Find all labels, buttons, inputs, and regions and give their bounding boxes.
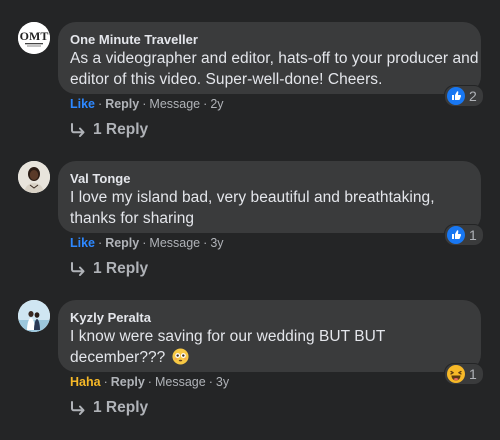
haha-icon	[447, 365, 465, 383]
comment-bubble: Val Tonge I love my island bad, very bea…	[58, 161, 481, 233]
comment-actions: Like · Reply · Message · 2y	[70, 97, 224, 111]
comment-bubble: One Minute Traveller As a videographer a…	[58, 22, 481, 94]
comment: OMT One Minute Traveller As a videograph…	[0, 22, 500, 162]
separator: ·	[98, 236, 103, 250]
reply-arrow-icon	[71, 123, 85, 137]
like-icon	[447, 87, 465, 105]
reply-button[interactable]: Reply	[105, 97, 139, 111]
reaction-summary[interactable]: 2	[444, 85, 484, 107]
comment-author[interactable]: One Minute Traveller	[70, 32, 198, 47]
separator: ·	[142, 97, 147, 111]
view-replies-button[interactable]: 1 Reply	[70, 121, 148, 139]
comment-text: I know were saving for our wedding BUT B…	[70, 326, 480, 368]
timestamp[interactable]: 3y	[216, 375, 229, 389]
comment-text-content: I know were saving for our wedding BUT B…	[70, 328, 386, 366]
comment-author[interactable]: Val Tonge	[70, 171, 130, 186]
separator: ·	[103, 375, 108, 389]
reaction-count: 1	[469, 227, 477, 243]
like-button[interactable]: Like	[70, 97, 95, 111]
avatar-logo-text: OMT	[20, 29, 49, 43]
timestamp[interactable]: 3y	[210, 236, 223, 250]
separator: ·	[142, 236, 147, 250]
flushed-face-emoji	[172, 348, 189, 365]
reply-arrow-icon	[71, 401, 85, 415]
separator: ·	[208, 375, 213, 389]
haha-button[interactable]: Haha	[70, 375, 101, 389]
avatar[interactable]	[18, 300, 50, 332]
message-button[interactable]: Message	[149, 97, 200, 111]
replies-count-label: 1 Reply	[93, 121, 149, 138]
comment-actions: Like · Reply · Message · 3y	[70, 236, 224, 250]
separator: ·	[147, 375, 152, 389]
comment-text: As a videographer and editor, hats-off t…	[70, 50, 479, 88]
view-replies-button[interactable]: 1 Reply	[70, 399, 148, 417]
reaction-summary[interactable]: 1	[444, 363, 484, 385]
reaction-count: 2	[469, 88, 477, 104]
message-button[interactable]: Message	[155, 375, 206, 389]
comment: Kyzly Peralta I know were saving for our…	[0, 300, 500, 440]
avatar[interactable]	[18, 161, 50, 193]
replies-count-label: 1 Reply	[93, 399, 149, 416]
message-button[interactable]: Message	[149, 236, 200, 250]
comment-text: I love my island bad, very beautiful and…	[70, 189, 435, 227]
replies-count-label: 1 Reply	[93, 260, 149, 277]
reaction-summary[interactable]: 1	[444, 224, 484, 246]
comment-bubble: Kyzly Peralta I know were saving for our…	[58, 300, 481, 372]
like-icon	[447, 226, 465, 244]
avatar[interactable]: OMT	[18, 22, 50, 54]
comment-author[interactable]: Kyzly Peralta	[70, 310, 151, 325]
view-replies-button[interactable]: 1 Reply	[70, 260, 148, 278]
separator: ·	[203, 97, 208, 111]
reaction-count: 1	[469, 366, 477, 382]
timestamp[interactable]: 2y	[210, 97, 223, 111]
comment-actions: Haha · Reply · Message · 3y	[70, 375, 229, 389]
reply-arrow-icon	[71, 262, 85, 276]
separator: ·	[98, 97, 103, 111]
reply-button[interactable]: Reply	[111, 375, 145, 389]
comment: Val Tonge I love my island bad, very bea…	[0, 161, 500, 301]
like-button[interactable]: Like	[70, 236, 95, 250]
reply-button[interactable]: Reply	[105, 236, 139, 250]
separator: ·	[203, 236, 208, 250]
